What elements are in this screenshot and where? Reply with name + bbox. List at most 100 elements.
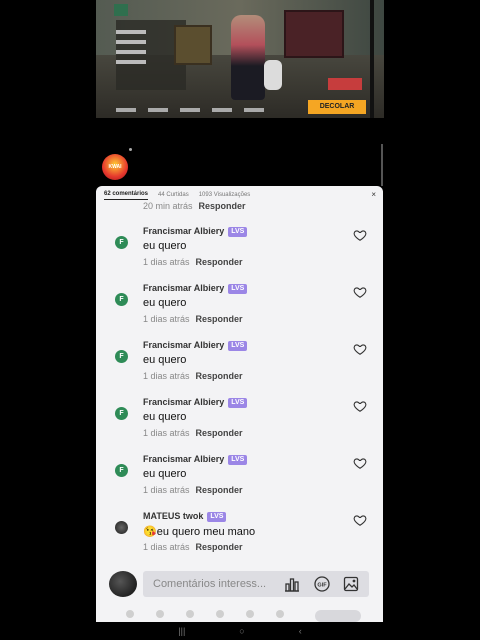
back-button[interactable]: ‹ bbox=[299, 626, 302, 636]
level-badge: LVS bbox=[228, 283, 248, 294]
heart-icon[interactable] bbox=[353, 228, 367, 242]
level-badge: LVS bbox=[228, 226, 248, 237]
heart-icon[interactable] bbox=[353, 285, 367, 299]
comment-input[interactable]: Comentários interess... GIF bbox=[143, 571, 369, 597]
heart-icon[interactable] bbox=[353, 456, 367, 470]
gif-icon[interactable]: GIF bbox=[314, 576, 330, 592]
comment-author[interactable]: Francismar Albiery LVS bbox=[143, 397, 248, 408]
game-flag-icon bbox=[328, 78, 362, 90]
scroll-indicator bbox=[381, 144, 383, 186]
comment-meta: 1 dias atrás Responder bbox=[143, 257, 243, 267]
tab-views[interactable]: 1093 Visualizações bbox=[199, 192, 251, 198]
partial-comment-meta: 20 min atrás Responder bbox=[143, 201, 246, 211]
author-name[interactable]: Francismar Albiery bbox=[143, 454, 224, 464]
comment-time: 1 dias atrás bbox=[143, 371, 190, 381]
level-badge: LVS bbox=[207, 511, 227, 522]
status-dot bbox=[129, 148, 132, 151]
emoji-item[interactable] bbox=[246, 610, 254, 618]
level-badge: LVS bbox=[228, 397, 248, 408]
reply-button[interactable]: Responder bbox=[196, 428, 243, 438]
svg-text:GIF: GIF bbox=[317, 582, 327, 588]
emoji-item[interactable] bbox=[126, 610, 134, 618]
game-player bbox=[231, 15, 265, 100]
game-crate bbox=[174, 25, 212, 65]
declab-button[interactable]: DECOLAR bbox=[308, 100, 366, 114]
image-icon[interactable] bbox=[343, 576, 359, 592]
game-pet bbox=[264, 60, 282, 90]
reply-button[interactable]: Responder bbox=[196, 542, 243, 552]
list-item: F Francismar Albiery LVS eu quero 1 dias atr… bbox=[96, 224, 383, 281]
close-icon[interactable]: × bbox=[371, 190, 376, 199]
list-item: F Francismar Albiery LVS eu quero 1 dias atr… bbox=[96, 338, 383, 395]
comment-author[interactable]: MATEUS twok LVS bbox=[143, 511, 227, 522]
comment-meta: 1 dias atrás Responder bbox=[143, 371, 243, 381]
game-side-bar bbox=[370, 0, 374, 118]
game-board bbox=[284, 10, 344, 58]
comments-panel: 62 comentários 44 Curtidas 1093 Visualiz… bbox=[96, 186, 383, 622]
game-hud-top bbox=[110, 4, 128, 16]
home-button[interactable]: ○ bbox=[239, 626, 244, 636]
avatar[interactable]: F bbox=[115, 293, 128, 306]
comment-time: 1 dias atrás bbox=[143, 542, 190, 552]
avatar[interactable]: F bbox=[115, 464, 128, 477]
comment-meta: 1 dias atrás Responder bbox=[143, 428, 243, 438]
level-badge: LVS bbox=[228, 340, 248, 351]
comment-time: 20 min atrás bbox=[143, 201, 193, 211]
list-item: F Francismar Albiery LVS eu quero 1 dias atr… bbox=[96, 395, 383, 452]
author-name[interactable]: MATEUS twok bbox=[143, 511, 203, 521]
comment-text: eu quero bbox=[143, 468, 187, 480]
bar-chart-icon[interactable] bbox=[284, 576, 300, 592]
avatar[interactable]: F bbox=[115, 350, 128, 363]
comment-text: eu quero bbox=[143, 411, 187, 423]
hud-avatar-icon bbox=[114, 4, 128, 16]
reply-button[interactable]: Responder bbox=[199, 201, 246, 211]
reply-button[interactable]: Responder bbox=[196, 314, 243, 324]
emoji-item[interactable] bbox=[216, 610, 224, 618]
heart-icon[interactable] bbox=[353, 513, 367, 527]
recent-apps-button[interactable]: ||| bbox=[178, 626, 185, 636]
author-name[interactable]: Francismar Albiery bbox=[143, 283, 224, 293]
comment-meta: 1 dias atrás Responder bbox=[143, 314, 243, 324]
author-name[interactable]: Francismar Albiery bbox=[143, 340, 224, 350]
reply-button[interactable]: Responder bbox=[196, 257, 243, 267]
comment-time: 1 dias atrás bbox=[143, 314, 190, 324]
list-item: MATEUS twok LVS 😘eu quero meu mano 1 dias a… bbox=[96, 509, 383, 566]
emoji-strip bbox=[96, 610, 383, 622]
comment-time: 1 dias atrás bbox=[143, 428, 190, 438]
send-pill[interactable] bbox=[315, 610, 361, 622]
comment-author[interactable]: Francismar Albiery LVS bbox=[143, 226, 248, 237]
avatar[interactable]: F bbox=[115, 407, 128, 420]
comment-text: eu quero bbox=[143, 297, 187, 309]
comment-input-row: Comentários interess... GIF bbox=[96, 569, 383, 605]
live-badge-icon[interactable]: KWAI bbox=[102, 154, 128, 180]
tab-likes[interactable]: 44 Curtidas bbox=[158, 192, 189, 198]
heart-icon[interactable] bbox=[353, 399, 367, 413]
emoji-item[interactable] bbox=[156, 610, 164, 618]
tab-comments[interactable]: 62 comentários bbox=[104, 191, 149, 200]
my-avatar bbox=[109, 571, 137, 597]
comment-input-placeholder: Comentários interess... bbox=[153, 578, 267, 590]
comment-meta: 1 dias atrás Responder bbox=[143, 485, 243, 495]
android-navbar: ||| ○ ‹ bbox=[0, 622, 480, 640]
comment-time: 1 dias atrás bbox=[143, 485, 190, 495]
game-screenshot: DECOLAR bbox=[96, 0, 384, 118]
comment-author[interactable]: Francismar Albiery LVS bbox=[143, 340, 248, 351]
emoji-item[interactable] bbox=[276, 610, 284, 618]
comment-author[interactable]: Francismar Albiery LVS bbox=[143, 283, 248, 294]
list-item: F Francismar Albiery LVS eu quero 1 dias atr… bbox=[96, 452, 383, 509]
game-hud-bottom bbox=[116, 108, 264, 112]
comment-text: eu quero bbox=[143, 240, 187, 252]
heart-icon[interactable] bbox=[353, 342, 367, 356]
comment-text: eu quero bbox=[143, 354, 187, 366]
reply-button[interactable]: Responder bbox=[196, 371, 243, 381]
game-hud-menu bbox=[116, 30, 146, 64]
author-name[interactable]: Francismar Albiery bbox=[143, 397, 224, 407]
avatar[interactable] bbox=[115, 521, 128, 534]
live-badge-text: KWAI bbox=[108, 164, 122, 170]
author-name[interactable]: Francismar Albiery bbox=[143, 226, 224, 236]
comment-author[interactable]: Francismar Albiery LVS bbox=[143, 454, 248, 465]
avatar[interactable]: F bbox=[115, 236, 128, 249]
reply-button[interactable]: Responder bbox=[196, 485, 243, 495]
emoji-item[interactable] bbox=[186, 610, 194, 618]
comment-text: 😘eu quero meu mano bbox=[143, 526, 256, 538]
